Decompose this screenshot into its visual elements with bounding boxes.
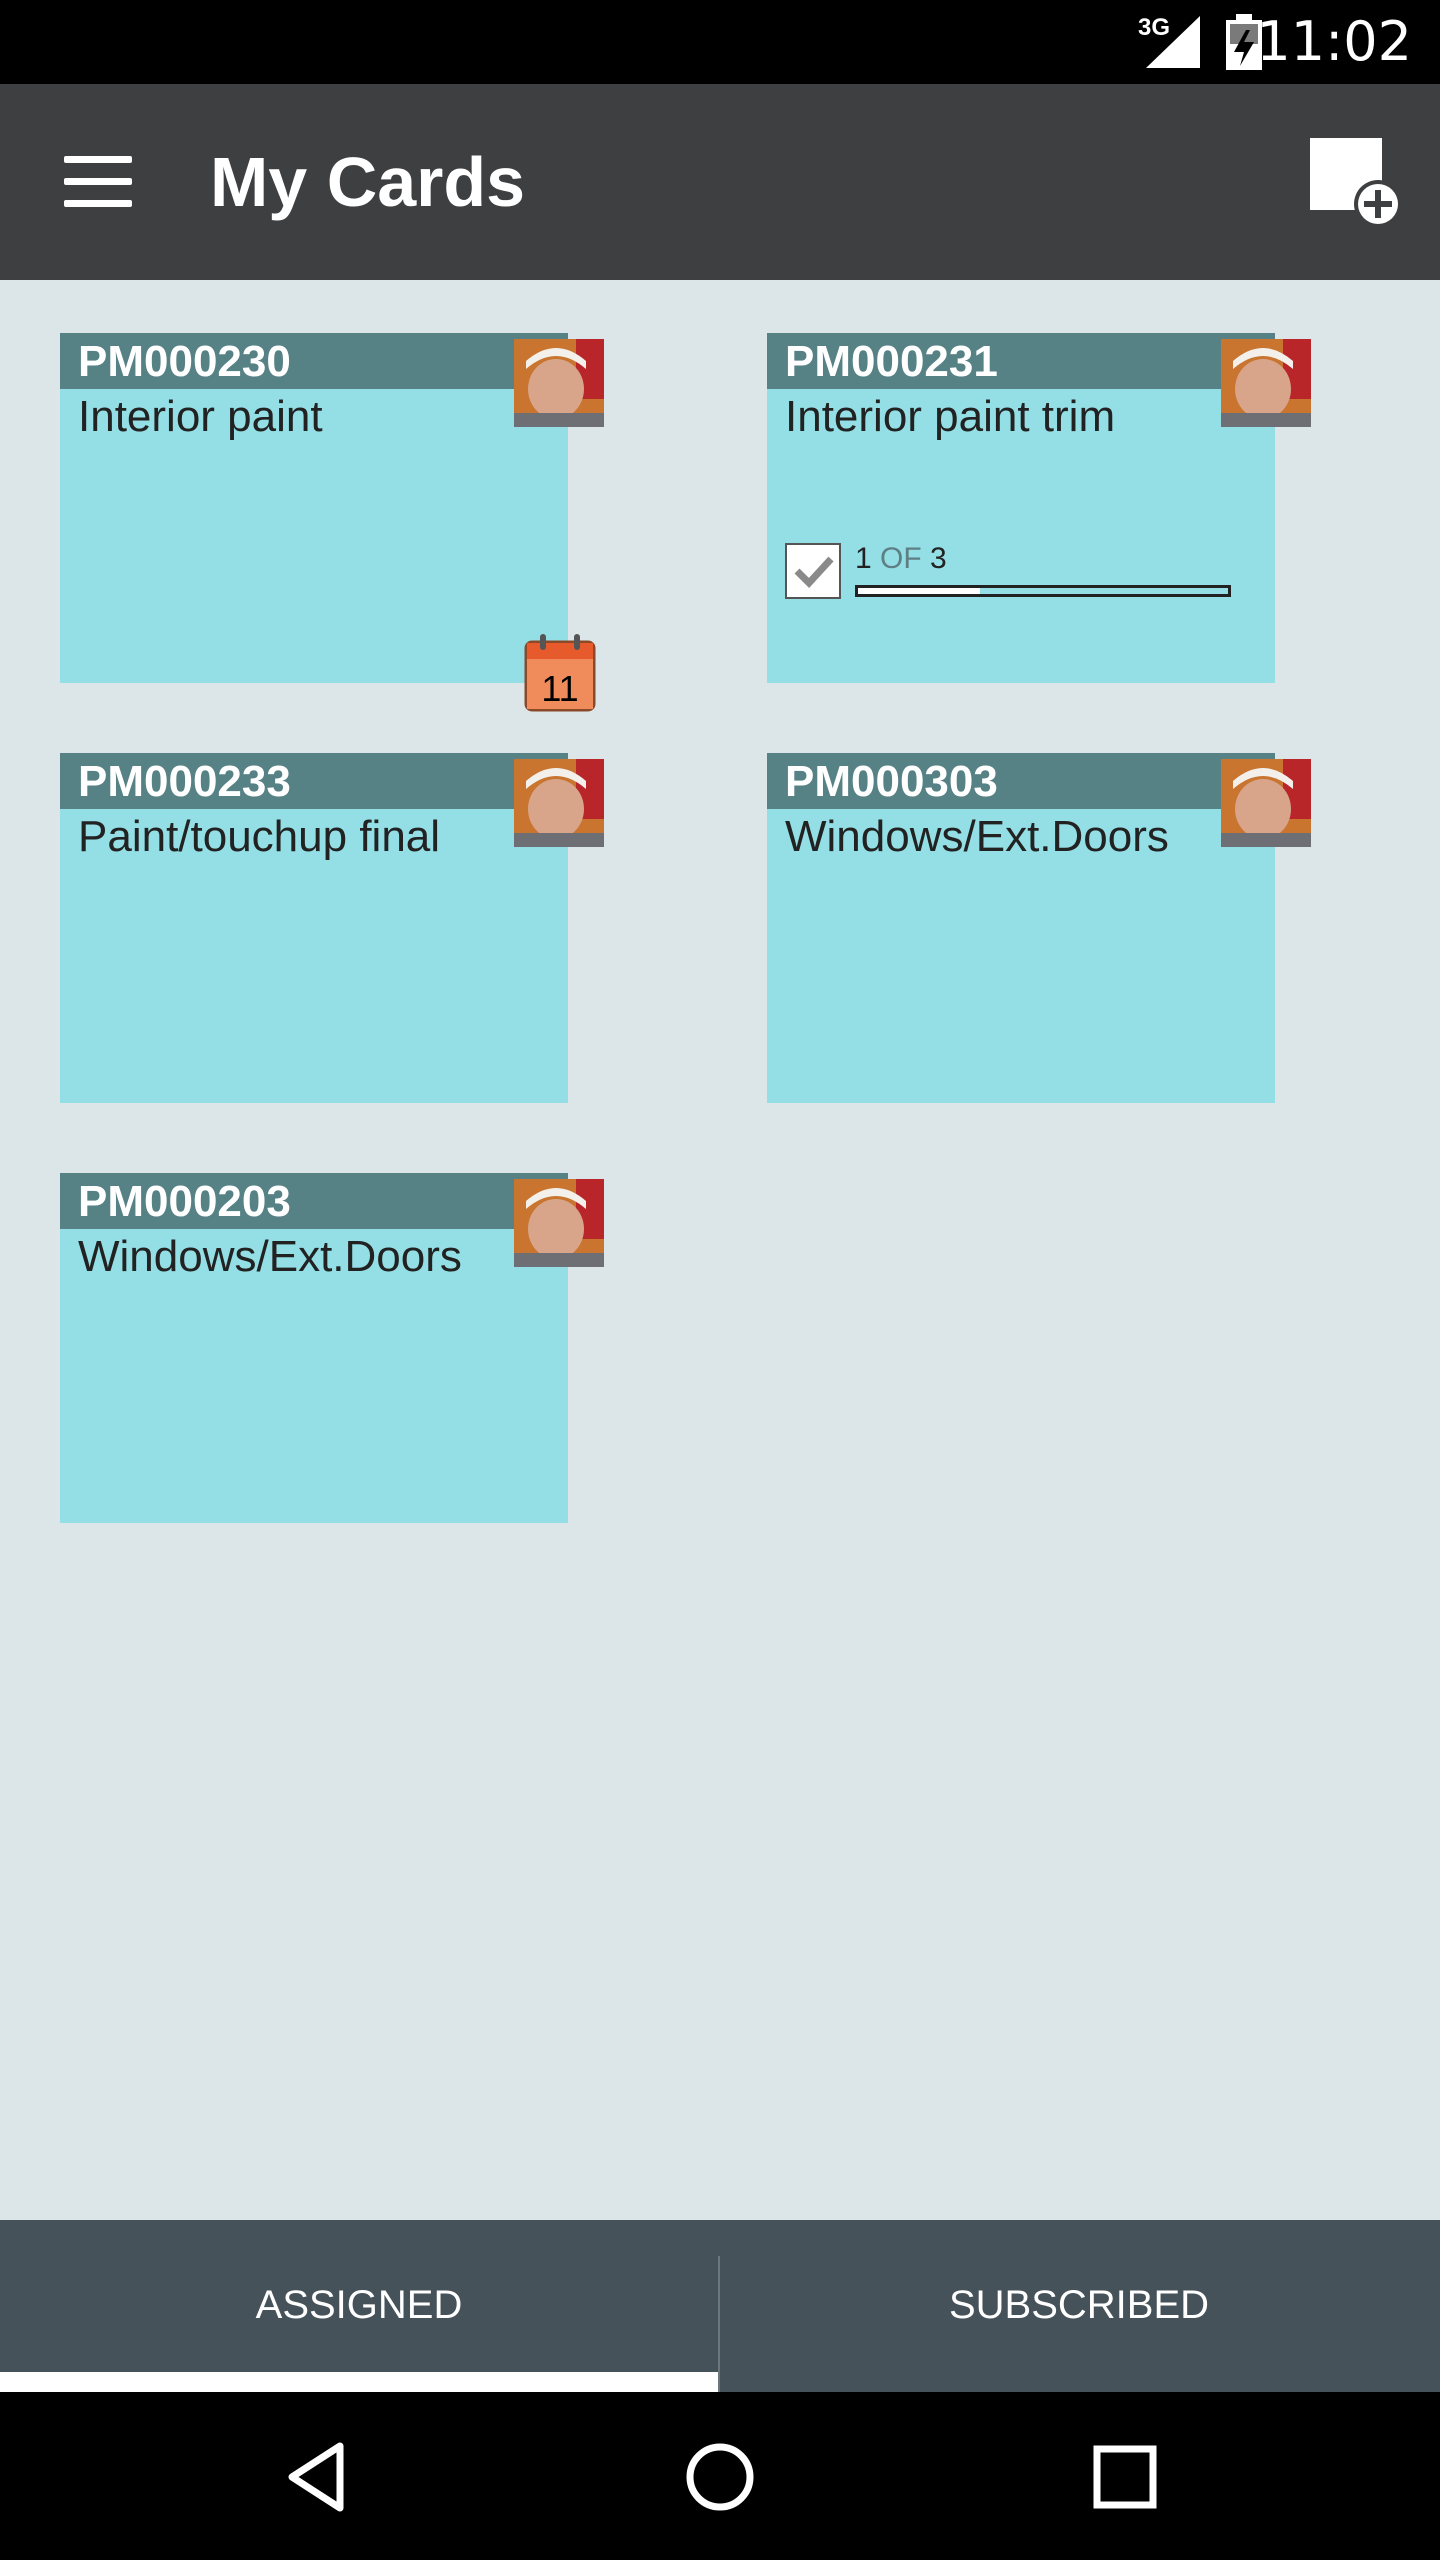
tab-subscribed[interactable]: SUBSCRIBED <box>720 2220 1438 2392</box>
card-title: Interior paint trim <box>785 392 1116 441</box>
tab-bar: ASSIGNED SUBSCRIBED <box>0 2220 1440 2392</box>
checklist-progress: 1 OF 3 <box>785 541 1255 605</box>
card-title: Windows/Ext.Doors <box>78 1232 462 1281</box>
card-pm000203[interactable]: PM000203 Windows/Ext.Doors <box>60 1173 604 1523</box>
add-card-icon[interactable] <box>1306 134 1404 230</box>
card-title: Windows/Ext.Doors <box>785 812 1169 861</box>
card-id: PM000230 <box>78 337 291 386</box>
progress-fill <box>858 588 981 594</box>
due-day: 11 <box>541 668 578 709</box>
checklist-done: 1 <box>855 542 872 575</box>
card-header: PM000203 <box>60 1173 568 1229</box>
card-id: PM000231 <box>785 337 998 386</box>
selected-tab-indicator <box>0 2372 718 2392</box>
checklist-icon <box>785 543 841 599</box>
tab-assigned[interactable]: ASSIGNED <box>0 2220 718 2392</box>
card-title: Interior paint <box>78 392 323 441</box>
page-title: My Cards <box>210 143 526 221</box>
assignee-avatar <box>1221 759 1311 847</box>
back-icon[interactable] <box>270 2432 360 2522</box>
card-pm000233[interactable]: PM000233 Paint/touchup final <box>60 753 604 1103</box>
card-header: PM000303 <box>767 753 1275 809</box>
system-nav-bar <box>0 2392 1440 2560</box>
recents-icon[interactable] <box>1080 2432 1170 2522</box>
card-header: PM000231 <box>767 333 1275 389</box>
assignee-avatar <box>514 339 604 427</box>
card-pm000231[interactable]: PM000231 Interior paint trim 1 OF 3 <box>767 333 1311 683</box>
card-title: Paint/touchup final <box>78 812 441 861</box>
card-pm000230[interactable]: PM000230 Interior paint <box>60 333 604 683</box>
card-pm000303[interactable]: PM000303 Windows/Ext.Doors <box>767 753 1311 1103</box>
assignee-avatar <box>1221 339 1311 427</box>
assignee-avatar <box>514 1179 604 1267</box>
card-id: PM000233 <box>78 757 291 806</box>
status-bar: 3G 11:02 <box>0 0 1440 84</box>
checklist-of: OF <box>880 542 922 575</box>
home-icon[interactable] <box>675 2432 765 2522</box>
assignee-avatar <box>514 759 604 847</box>
card-id: PM000203 <box>78 1177 291 1226</box>
checklist-total: 3 <box>930 542 947 575</box>
app-bar: My Cards <box>0 84 1440 280</box>
checklist-progress-bar <box>855 585 1231 597</box>
hamburger-menu-icon[interactable] <box>64 156 132 208</box>
signal-icon <box>1146 16 1200 68</box>
card-id: PM000303 <box>785 757 998 806</box>
card-header: PM000233 <box>60 753 568 809</box>
due-date-calendar-icon: 11 <box>524 634 596 712</box>
clock: 11:02 <box>1256 10 1412 73</box>
checklist-count: 1 OF 3 <box>855 541 947 577</box>
card-header: PM000230 <box>60 333 568 389</box>
